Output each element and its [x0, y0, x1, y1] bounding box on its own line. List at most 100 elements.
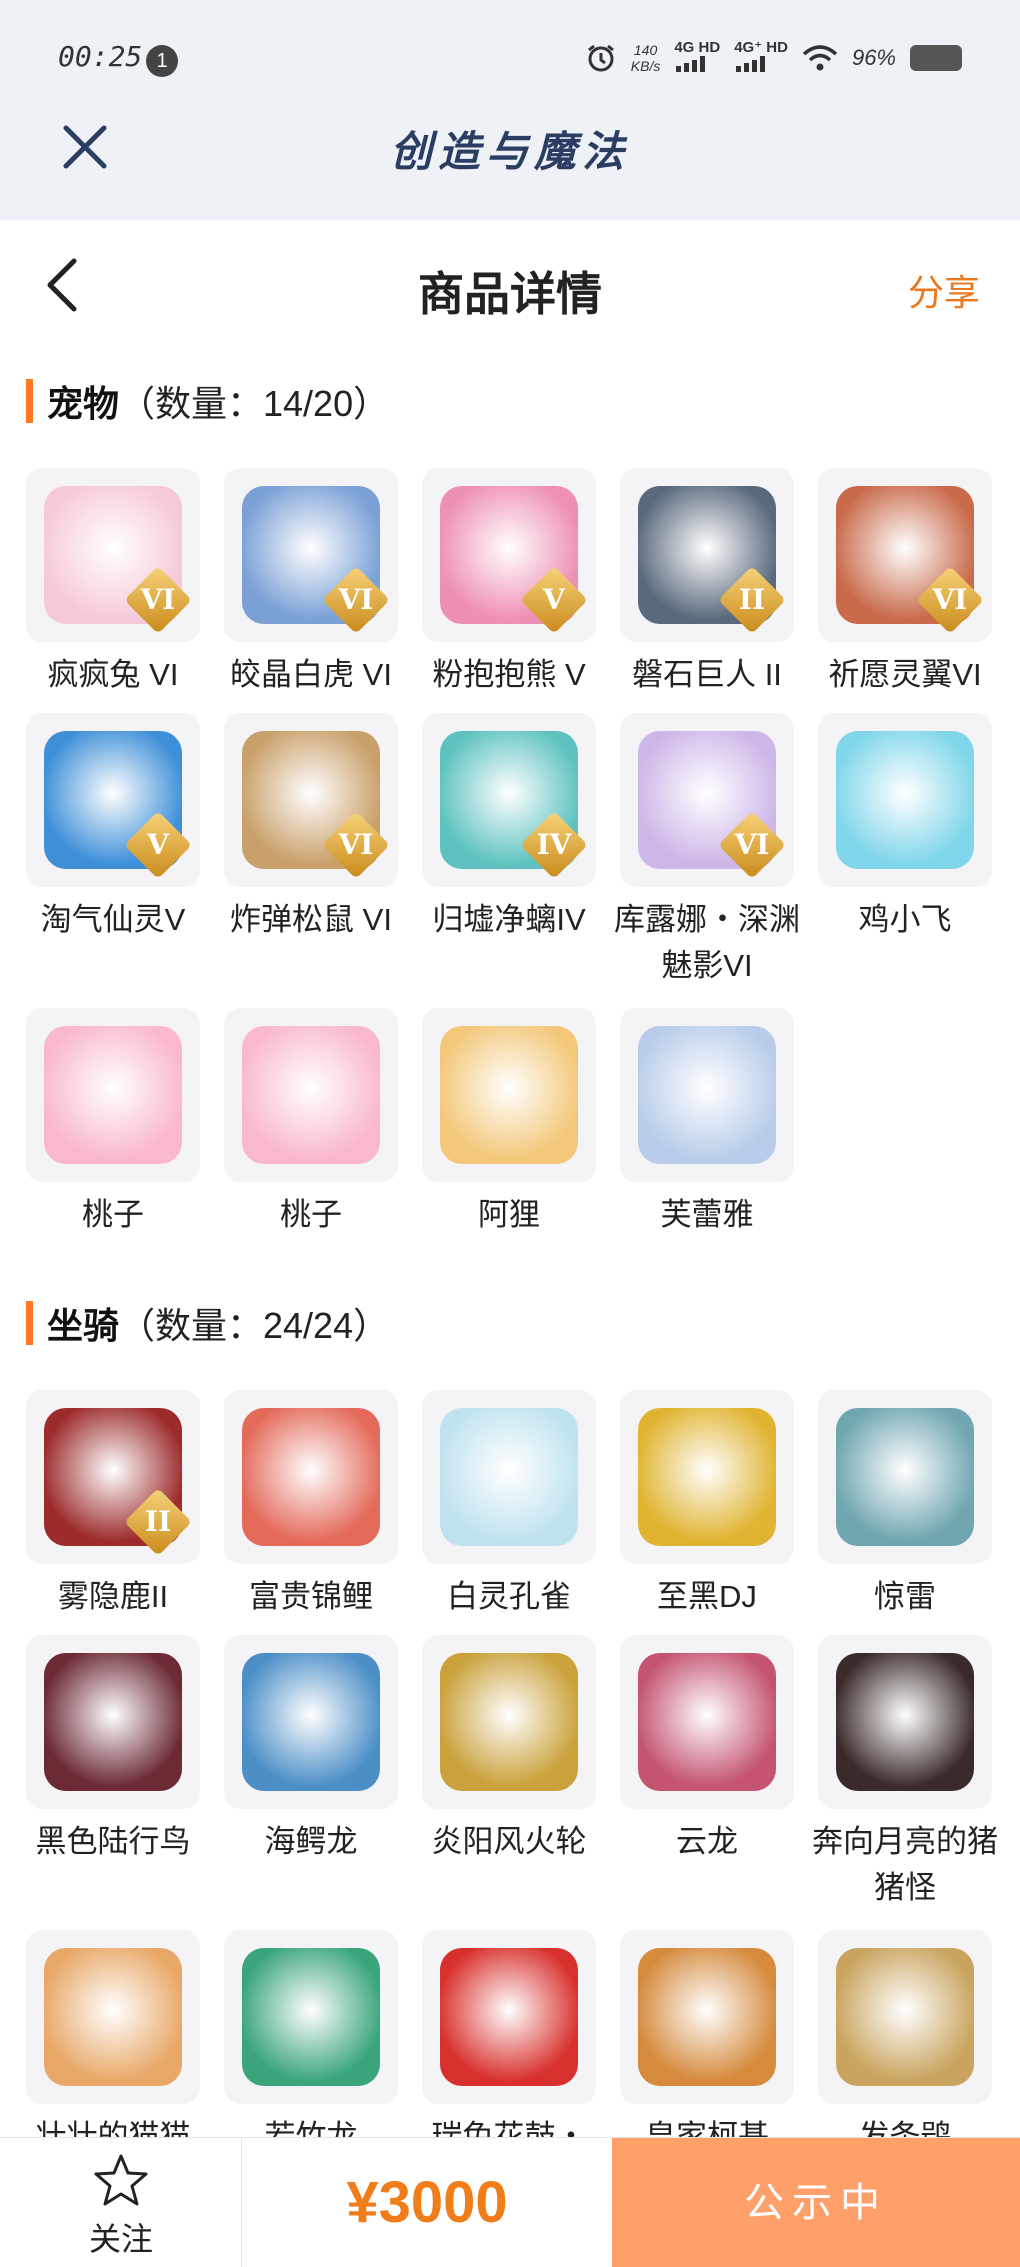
item-name: 炸弹松鼠 VI — [230, 902, 392, 937]
battery-icon — [910, 45, 962, 71]
item-card[interactable]: V 淘气仙灵V — [26, 713, 200, 943]
item-name: 黑色陆行鸟 — [35, 1824, 191, 1859]
item-name: 云龙 — [676, 1824, 738, 1859]
item-name: 桃子 — [82, 1197, 144, 1232]
item-image — [836, 731, 974, 869]
item-card[interactable]: 至黑DJ — [620, 1390, 794, 1620]
item-card[interactable]: VI 皎晶白虎 VI — [224, 468, 398, 698]
item-name: 阿狸 — [478, 1197, 540, 1232]
item-card[interactable]: 阿狸 — [422, 1008, 596, 1238]
follow-label: 关注 — [88, 2221, 153, 2257]
item-image — [242, 1948, 380, 2086]
rank-badge-label: VI — [338, 828, 374, 861]
item-card[interactable]: VI 炸弹松鼠 VI — [224, 713, 398, 943]
rank-badge-label: V — [543, 583, 565, 616]
item-card[interactable]: II 磐石巨人 II — [620, 468, 794, 698]
network-1: 4G HD — [674, 40, 720, 76]
price-value: ¥3000 — [346, 2170, 508, 2235]
rank-badge-label: V — [147, 828, 169, 861]
item-card[interactable]: II 雾隐鹿II — [26, 1390, 200, 1620]
item-card[interactable]: 云龙 — [620, 1635, 794, 1865]
item-card[interactable]: 富贵锦鲤 — [224, 1390, 398, 1620]
item-card[interactable]: 鸡小飞 — [818, 713, 992, 943]
item-thumbnail — [26, 1930, 200, 2104]
item-name: 淘气仙灵V — [40, 902, 186, 937]
item-thumbnail — [224, 1930, 398, 2104]
section-accent-bar — [26, 379, 33, 423]
item-card[interactable]: 奔向月亮的猪猪怪 — [812, 1635, 998, 1911]
item-card[interactable]: VI 库露娜・深渊魅影VI — [614, 713, 800, 989]
status-time: 00:25 — [58, 40, 143, 73]
item-card[interactable]: 白灵孔雀 — [422, 1390, 596, 1620]
network-2: 4G⁺ HD — [734, 40, 788, 76]
page-title: 商品详情 — [418, 268, 602, 320]
item-card[interactable]: 桃子 — [26, 1008, 200, 1238]
item-thumbnail: V — [422, 468, 596, 642]
rank-badge-label: VI — [338, 583, 374, 616]
item-name: 海鳄龙 — [264, 1824, 358, 1859]
item-thumbnail — [422, 1008, 596, 1182]
item-thumbnail: VI — [818, 468, 992, 642]
item-image — [242, 1026, 380, 1164]
item-image — [638, 1408, 776, 1546]
item-name: 疯疯兔 VI — [47, 657, 179, 692]
item-thumbnail: VI — [224, 468, 398, 642]
status-icons: 140 KB/s 4G HD 4G⁺ HD 96% — [585, 38, 962, 78]
section-title: 坐骑 — [47, 1305, 120, 1346]
top-bar: 00:25 1 140 KB/s 4G HD 4G⁺ HD 96% 创造与魔法 — [0, 0, 1020, 220]
item-card[interactable]: 惊雷 — [818, 1390, 992, 1620]
wifi-icon — [802, 45, 838, 71]
rank-badge-label: VI — [932, 583, 968, 616]
item-card[interactable]: V 粉抱抱熊 V — [422, 468, 596, 698]
item-thumbnail: IV — [422, 713, 596, 887]
item-image — [44, 1653, 182, 1791]
item-card[interactable]: 若竹龙 — [224, 1930, 398, 2160]
item-thumbnail: VI — [224, 713, 398, 887]
item-image — [242, 1408, 380, 1546]
item-thumbnail — [620, 1930, 794, 2104]
item-thumbnail — [422, 1930, 596, 2104]
network-speed-unit: KB/s — [630, 58, 661, 74]
status-button[interactable]: 公示中 — [612, 2138, 1020, 2267]
item-thumbnail — [26, 1008, 200, 1182]
item-card[interactable]: VI 疯疯兔 VI — [26, 468, 200, 698]
item-thumbnail: V — [26, 713, 200, 887]
item-card[interactable]: 炎阳风火轮 — [422, 1635, 596, 1865]
battery-percent: 96% — [851, 45, 896, 70]
item-card[interactable]: 皇家柯基 — [620, 1930, 794, 2160]
item-thumbnail — [620, 1635, 794, 1809]
item-card[interactable]: 瑞兔花鼓・ — [422, 1930, 596, 2160]
star-icon — [94, 2154, 148, 2206]
item-image — [242, 1653, 380, 1791]
share-button[interactable]: 分享 — [908, 264, 980, 316]
item-card[interactable]: 壮壮的猫猫 — [26, 1930, 200, 2160]
item-name: 富贵锦鲤 — [249, 1579, 373, 1614]
item-card[interactable]: VI 祈愿灵翼VI — [818, 468, 992, 698]
item-name: 芙蕾雅 — [660, 1197, 754, 1232]
item-card[interactable]: 发条鸮 — [818, 1930, 992, 2160]
item-card[interactable]: 芙蕾雅 — [620, 1008, 794, 1238]
section-title: 宠物 — [47, 383, 120, 424]
item-image — [836, 1408, 974, 1546]
item-name: 桃子 — [280, 1197, 342, 1232]
section-count: （数量：24/24） — [119, 1305, 390, 1346]
rank-badge-label: II — [144, 1505, 172, 1538]
item-image — [440, 1408, 578, 1546]
pets-section-header: 宠物 （数量：14/20） — [26, 376, 389, 426]
network-speed: 140 KB/s — [631, 42, 661, 74]
signal-icon — [676, 56, 706, 72]
item-card[interactable]: 黑色陆行鸟 — [26, 1635, 200, 1865]
rank-badge-label: VI — [140, 583, 176, 616]
item-thumbnail — [422, 1390, 596, 1564]
item-image — [836, 1948, 974, 2086]
item-thumbnail — [422, 1635, 596, 1809]
item-name: 磐石巨人 II — [632, 657, 782, 692]
item-card[interactable]: IV 归墟净螭IV — [422, 713, 596, 943]
app-title: 创造与魔法 — [389, 127, 630, 176]
item-card[interactable]: 海鳄龙 — [224, 1635, 398, 1865]
item-thumbnail — [620, 1008, 794, 1182]
item-image — [44, 1948, 182, 2086]
mounts-section-header: 坐骑 （数量：24/24） — [26, 1298, 389, 1348]
item-card[interactable]: 桃子 — [224, 1008, 398, 1238]
follow-button[interactable]: 关注 — [0, 2138, 242, 2267]
